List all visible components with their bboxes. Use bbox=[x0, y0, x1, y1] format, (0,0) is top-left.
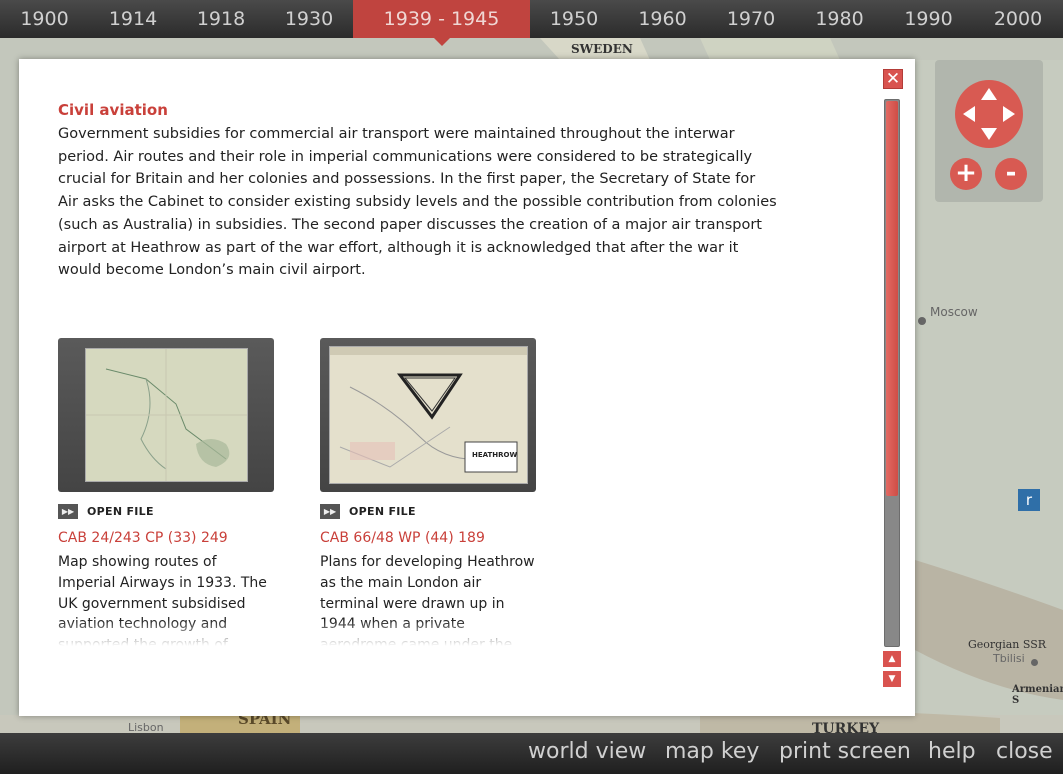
timeline-year[interactable]: 1990 bbox=[884, 0, 973, 38]
map-key-link[interactable]: map key bbox=[665, 739, 759, 764]
timeline-year[interactable]: 1970 bbox=[707, 0, 795, 38]
info-modal: ✕ ▲ ▼ Civil aviation Government subsidie… bbox=[19, 59, 915, 716]
print-screen-link[interactable]: print screen bbox=[779, 739, 911, 764]
map-label-sweden: SWEDEN bbox=[571, 42, 633, 56]
description-fade bbox=[320, 620, 536, 646]
timeline-year[interactable]: 1900 bbox=[0, 0, 89, 38]
document-description: Plans for developing Heathrow as the mai… bbox=[320, 552, 536, 646]
description-fade bbox=[58, 620, 274, 646]
help-link[interactable]: help bbox=[928, 739, 976, 764]
zoom-out-button[interactable]: - bbox=[995, 158, 1027, 190]
pan-arrows-icon bbox=[963, 88, 1015, 140]
close-link[interactable]: close bbox=[996, 739, 1053, 764]
map-badge[interactable]: r bbox=[1018, 489, 1040, 511]
article-title: Civil aviation bbox=[58, 101, 168, 119]
document-card: HEATHROW ▶▶ OPEN FILE CAB 66/48 WP (44) … bbox=[320, 338, 536, 646]
scroll-down-icon[interactable]: ▼ bbox=[883, 671, 901, 687]
document-thumbnail[interactable]: HEATHROW bbox=[320, 338, 536, 492]
timeline-bar: 1900 1914 1918 1930 1939 - 1945 1950 1960 1970 1… bbox=[0, 0, 1063, 46]
tbilisi-marker bbox=[1031, 659, 1038, 666]
map-label-armenian: Armenian S bbox=[1012, 684, 1063, 706]
document-card: ▶▶ OPEN FILE CAB 24/243 CP (33) 249 Map … bbox=[58, 338, 274, 646]
scroll-up-icon[interactable]: ▲ bbox=[883, 651, 901, 667]
document-reference-link[interactable]: CAB 24/243 CP (33) 249 bbox=[58, 530, 228, 546]
zoom-in-button[interactable]: + bbox=[950, 158, 982, 190]
timeline-year[interactable]: 1980 bbox=[795, 0, 884, 38]
pan-control[interactable] bbox=[955, 80, 1023, 148]
document-reference-link[interactable]: CAB 66/48 WP (44) 189 bbox=[320, 530, 485, 546]
article-body: Government subsidies for commercial air … bbox=[58, 126, 777, 279]
open-file-button[interactable]: ▶▶ OPEN FILE bbox=[320, 503, 416, 519]
close-icon[interactable]: ✕ bbox=[883, 69, 903, 89]
bottom-toolbar: world view map key print screen help clo… bbox=[0, 733, 1063, 774]
world-view-link[interactable]: world view bbox=[528, 739, 646, 764]
map-label-georgian-ssr: Georgian SSR bbox=[968, 638, 1047, 651]
document-thumbnail[interactable] bbox=[58, 338, 274, 492]
scrollbar-thumb[interactable] bbox=[886, 101, 898, 496]
open-file-button[interactable]: ▶▶ OPEN FILE bbox=[58, 503, 154, 519]
imperial-airways-map-image bbox=[85, 348, 248, 482]
timeline-year[interactable]: 1914 bbox=[89, 0, 177, 38]
document-description: Map showing routes of Imperial Airways i… bbox=[58, 552, 274, 646]
scrollbar[interactable] bbox=[884, 99, 900, 647]
timeline-year[interactable]: 1918 bbox=[177, 0, 265, 38]
fast-forward-icon: ▶▶ bbox=[58, 503, 78, 519]
timeline-year[interactable]: 1939 - 1945 bbox=[353, 0, 530, 46]
fast-forward-icon: ▶▶ bbox=[320, 503, 340, 519]
timeline-year[interactable]: 1930 bbox=[265, 0, 353, 38]
moscow-marker bbox=[918, 317, 926, 325]
map-label-tbilisi: Tbilisi bbox=[993, 652, 1025, 665]
open-file-label: OPEN FILE bbox=[87, 504, 154, 518]
timeline-year[interactable]: 1960 bbox=[618, 0, 707, 38]
timeline-year[interactable]: 2000 bbox=[973, 0, 1063, 38]
heathrow-plan-image: HEATHROW bbox=[329, 346, 528, 484]
map-label-moscow: Moscow bbox=[930, 305, 978, 319]
open-file-label: OPEN FILE bbox=[349, 504, 416, 518]
map-navigation-controls: + - bbox=[935, 60, 1043, 202]
heathrow-thumb-caption: HEATHROW bbox=[472, 451, 518, 459]
timeline-year[interactable]: 1950 bbox=[530, 0, 618, 38]
